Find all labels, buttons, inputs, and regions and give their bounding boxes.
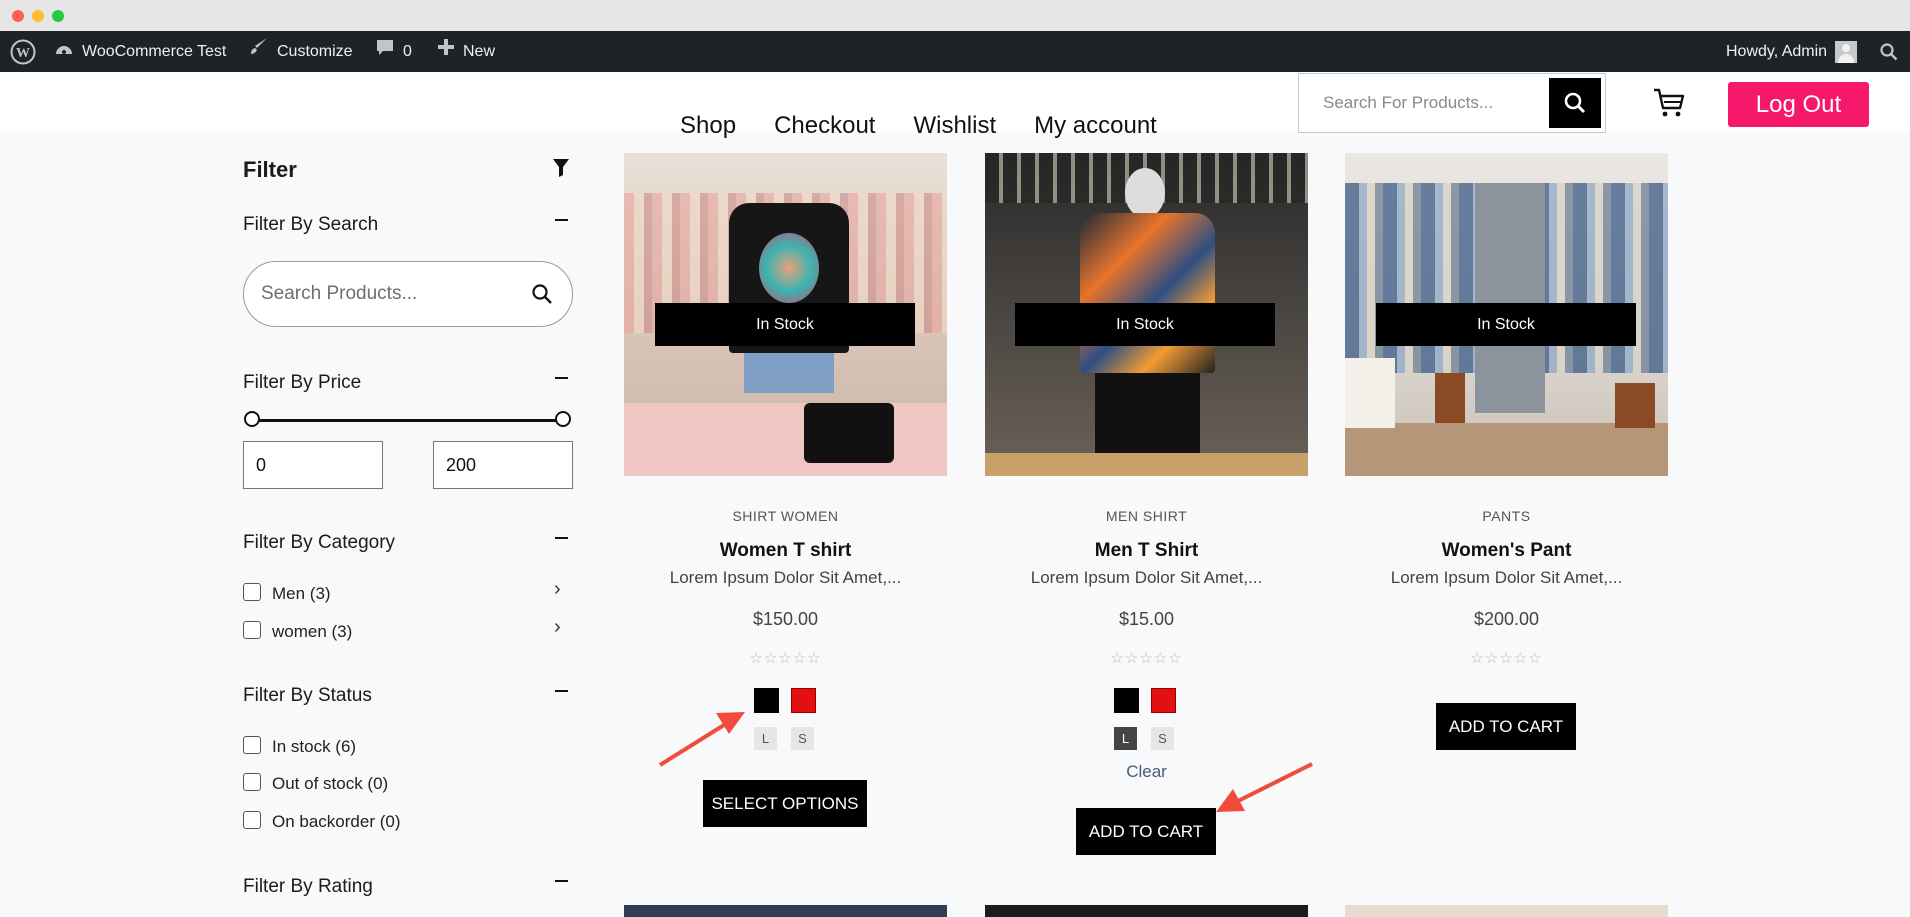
product-image[interactable] xyxy=(624,905,947,917)
annotation-arrows xyxy=(658,712,1313,812)
arrow-to-swatches-icon xyxy=(658,712,745,767)
arrow-to-add-to-cart-icon xyxy=(1216,762,1313,812)
product-image[interactable] xyxy=(985,905,1308,917)
product-image[interactable] xyxy=(1345,905,1668,917)
